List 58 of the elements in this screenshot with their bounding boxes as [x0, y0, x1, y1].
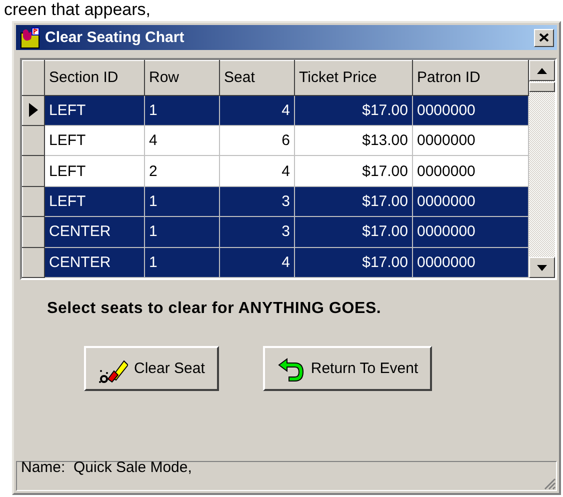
column-header[interactable]: Ticket Price: [294, 60, 412, 96]
table-cell[interactable]: 2: [144, 156, 220, 186]
table-cell[interactable]: $17.00: [294, 156, 412, 186]
status-bar: Name: Quick Sale Mode,: [16, 461, 557, 491]
table-cell[interactable]: 3: [220, 216, 294, 248]
column-header[interactable]: Patron ID: [412, 60, 528, 96]
table-cell[interactable]: CENTER: [44, 247, 144, 278]
table-cell[interactable]: $17.00: [294, 216, 412, 248]
table-cell[interactable]: CENTER: [44, 216, 144, 248]
table-cell[interactable]: $13.00: [294, 125, 412, 156]
row-selector[interactable]: [22, 186, 44, 217]
scroll-down-button[interactable]: [529, 257, 555, 278]
row-selector[interactable]: [22, 156, 44, 186]
table-cell[interactable]: LEFT: [44, 156, 144, 186]
table-cell[interactable]: 0000000: [412, 216, 528, 248]
up-triangle-icon: [537, 68, 547, 74]
table-cell[interactable]: 4: [220, 95, 294, 126]
table-cell[interactable]: 0000000: [412, 247, 528, 278]
scroll-up-button[interactable]: [529, 60, 555, 81]
table-cell[interactable]: LEFT: [44, 95, 144, 126]
table-cell[interactable]: 1: [144, 186, 220, 217]
table-cell[interactable]: 0000000: [412, 186, 528, 217]
close-icon: [539, 33, 549, 42]
table-cell[interactable]: LEFT: [44, 186, 144, 217]
return-button[interactable]: Return To Event: [262, 346, 432, 391]
column-header[interactable]: Seat: [220, 60, 294, 96]
window-title: Clear Seating Chart: [45, 29, 186, 46]
column-header[interactable]: Row: [144, 60, 220, 96]
table-cell[interactable]: 4: [220, 247, 294, 278]
table-cell[interactable]: $17.00: [294, 95, 412, 126]
row-selector[interactable]: [22, 247, 44, 278]
table-cell[interactable]: 4: [220, 156, 294, 186]
table-cell[interactable]: 6: [220, 125, 294, 156]
current-row-icon: [29, 103, 38, 118]
instruction-text: Select seats to clear for ANYTHING GOES.: [47, 300, 382, 318]
table-cell[interactable]: 1: [144, 216, 220, 248]
clear-seat-button[interactable]: Clear Seat: [84, 346, 219, 391]
row-selector[interactable]: [22, 95, 44, 126]
column-header[interactable]: Section ID: [44, 60, 144, 96]
table-cell[interactable]: $17.00: [294, 247, 412, 278]
down-triangle-icon: [537, 264, 547, 270]
app-icon: [19, 26, 41, 48]
caption-text: creen that appears,: [3, 0, 150, 20]
close-button[interactable]: [534, 28, 554, 46]
table-cell[interactable]: $17.00: [294, 186, 412, 217]
table-cell[interactable]: 0000000: [412, 95, 528, 126]
resize-grip-icon[interactable]: [542, 476, 556, 490]
table-cell[interactable]: 4: [144, 125, 220, 156]
table-cell[interactable]: 0000000: [412, 156, 528, 186]
table-cell[interactable]: 0000000: [412, 125, 528, 156]
scroll-thumb[interactable]: [529, 82, 555, 92]
row-selector[interactable]: [22, 125, 44, 156]
row-selector[interactable]: [22, 216, 44, 248]
table-cell[interactable]: LEFT: [44, 125, 144, 156]
table-cell[interactable]: 1: [144, 247, 220, 278]
row-header-corner: [22, 60, 44, 96]
table-cell[interactable]: 1: [144, 95, 220, 126]
table-cell[interactable]: 3: [220, 186, 294, 217]
